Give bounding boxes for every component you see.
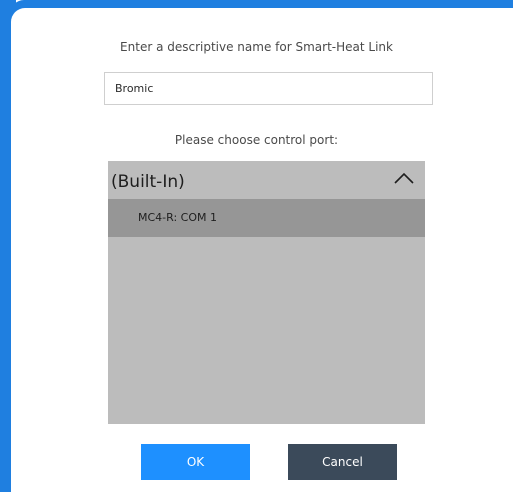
screen: Enter a descriptive name for Smart-Heat … bbox=[0, 0, 513, 492]
port-prompt-label: Please choose control port: bbox=[174, 133, 339, 147]
link-name-input[interactable] bbox=[104, 72, 433, 105]
chevron-up-icon[interactable] bbox=[393, 171, 415, 185]
ok-button[interactable]: OK bbox=[141, 444, 250, 480]
name-prompt-label: Enter a descriptive name for Smart-Heat … bbox=[120, 40, 393, 54]
cancel-button[interactable]: Cancel bbox=[288, 444, 397, 480]
port-item-label: MC4-R: COM 1 bbox=[138, 211, 217, 224]
port-group-label: (Built-In) bbox=[111, 172, 185, 192]
control-port-list: (Built-In) MC4-R: COM 1 bbox=[108, 161, 425, 424]
port-item-com1[interactable]: MC4-R: COM 1 bbox=[108, 199, 425, 237]
port-group-header[interactable]: (Built-In) bbox=[108, 161, 425, 199]
